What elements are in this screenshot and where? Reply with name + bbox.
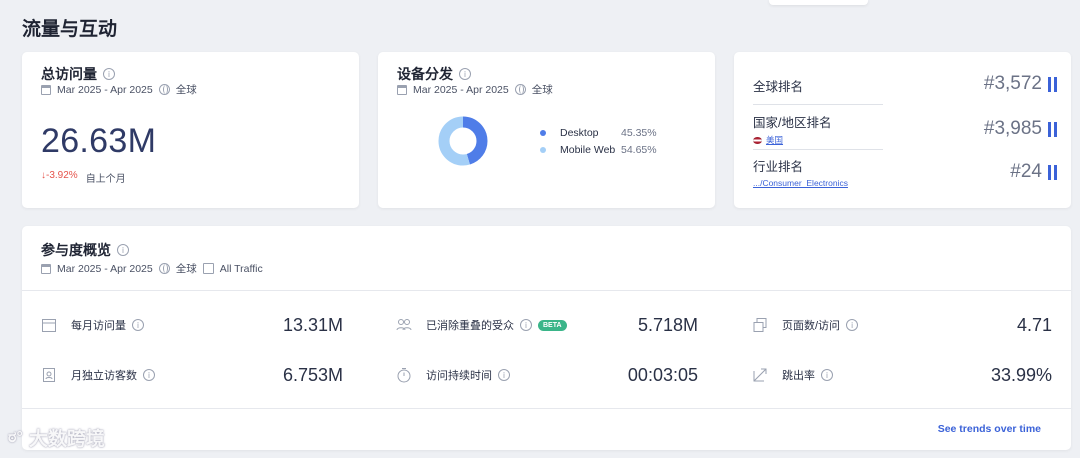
ranking-card: 全球排名 #3,572 国家/地区排名 美国 #3,985 行业排名 .../C… bbox=[734, 52, 1071, 208]
legend-dot-icon bbox=[540, 129, 546, 136]
total-visits-value: 26.63M bbox=[41, 122, 157, 160]
engagement-title-text: 参与度概览 bbox=[41, 242, 111, 258]
visits-change: ↓-3.92% 自上个月 bbox=[41, 170, 126, 185]
watermark: ಠ° 大数跨境 bbox=[8, 424, 105, 451]
monthly-visits-value: 13.31M bbox=[282, 315, 343, 335]
rank-bars-icon bbox=[1048, 76, 1057, 92]
watermark-logo-icon: ಠ° bbox=[8, 428, 23, 446]
region: 全球 bbox=[531, 84, 553, 96]
total-visits-title: 总访问量 i bbox=[41, 64, 115, 84]
rank-bars-icon bbox=[1048, 164, 1057, 180]
legend-name: Mobile Web bbox=[560, 143, 616, 156]
metric-monthly-unique-visitors: 月独立访客数 i bbox=[41, 367, 155, 383]
date-range: Mar 2025 - Apr 2025 bbox=[57, 83, 153, 96]
legend-name: Desktop bbox=[560, 126, 599, 139]
industry-link[interactable]: .../Consumer_Electronics bbox=[753, 178, 1048, 188]
industry-rank-label: 行业排名 bbox=[753, 160, 804, 174]
region: 全球 bbox=[175, 263, 197, 275]
engagement-meta: Mar 2025 - Apr 2025 全球 All Traffic bbox=[41, 261, 263, 276]
info-icon[interactable]: i bbox=[520, 319, 532, 331]
calendar-icon bbox=[41, 317, 57, 333]
info-icon[interactable]: i bbox=[498, 369, 510, 381]
change-period: 自上个月 bbox=[85, 174, 126, 185]
info-icon[interactable]: i bbox=[143, 369, 155, 381]
watermark-text: 大数跨境 bbox=[28, 429, 105, 450]
see-trends-link[interactable]: See trends over time bbox=[938, 423, 1041, 435]
top-tab[interactable] bbox=[769, 0, 868, 5]
metric-deduplicated-audience: 已消除重叠的受众 i BETA bbox=[396, 317, 567, 333]
divider bbox=[22, 408, 1071, 409]
date-range: Mar 2025 - Apr 2025 bbox=[57, 262, 153, 275]
date-range: Mar 2025 - Apr 2025 bbox=[413, 83, 509, 96]
global-rank-number: #3,572 bbox=[983, 73, 1042, 94]
change-value: ↓-3.92% bbox=[41, 170, 78, 181]
country-rank-number: #3,985 bbox=[983, 118, 1042, 139]
region: 全球 bbox=[175, 84, 197, 96]
divider bbox=[753, 149, 883, 150]
legend-value: 45.35% bbox=[621, 126, 657, 139]
legend-value: 54.65% bbox=[621, 143, 657, 156]
metric-bounce-rate: 跳出率 i bbox=[752, 367, 833, 383]
metric-label: 已消除重叠的受众 i BETA bbox=[426, 317, 567, 333]
globe-icon bbox=[514, 84, 526, 95]
info-icon[interactable]: i bbox=[132, 319, 144, 331]
industry-rank-number: #24 bbox=[1010, 161, 1042, 182]
total-visits-card: 总访问量 i Mar 2025 - Apr 2025 全球 26.63M ↓-3… bbox=[22, 52, 359, 208]
device-title: 设备分发 i bbox=[397, 64, 471, 84]
info-icon[interactable]: i bbox=[459, 68, 471, 80]
globe-icon bbox=[158, 263, 170, 274]
metric-label: 跳出率 i bbox=[782, 367, 833, 383]
divider bbox=[22, 290, 1071, 291]
pages-icon bbox=[752, 317, 768, 333]
stopwatch-icon bbox=[396, 367, 412, 383]
info-icon[interactable]: i bbox=[117, 244, 129, 256]
info-icon[interactable]: i bbox=[103, 68, 115, 80]
metric-label: 访问持续时间 i bbox=[426, 367, 510, 383]
visitor-card-icon bbox=[41, 367, 57, 383]
total-visits-title-text: 总访问量 bbox=[41, 66, 97, 82]
bounce-rate-value: 33.99% bbox=[990, 365, 1052, 385]
device-distribution-card: 设备分发 i Mar 2025 - Apr 2025 全球 Desktop 45… bbox=[378, 52, 715, 208]
metric-label: 月独立访客数 i bbox=[71, 367, 155, 383]
traffic-type: All Traffic bbox=[219, 262, 263, 275]
unique-visitors-value: 6.753M bbox=[282, 365, 343, 385]
total-visits-meta: Mar 2025 - Apr 2025 全球 bbox=[41, 82, 197, 97]
rank-bars-icon bbox=[1048, 121, 1057, 137]
info-icon[interactable]: i bbox=[821, 369, 833, 381]
engagement-overview-card: 参与度概览 i Mar 2025 - Apr 2025 全球 All Traff… bbox=[22, 226, 1071, 450]
metric-pages-per-visit: 页面数/访问 i bbox=[752, 317, 859, 333]
metric-monthly-visits: 每月访问量 i bbox=[41, 317, 144, 333]
info-icon[interactable]: i bbox=[846, 319, 859, 331]
metric-label: 页面数/访问 i bbox=[782, 317, 859, 333]
us-flag-icon bbox=[753, 136, 762, 144]
globe-icon bbox=[158, 84, 170, 95]
metric-label: 每月访问量 i bbox=[71, 317, 144, 333]
industry-rank-row: 行业排名 .../Consumer_Electronics bbox=[753, 156, 1048, 188]
country-rank-value: #3,985 bbox=[984, 118, 1057, 140]
device-meta: Mar 2025 - Apr 2025 全球 bbox=[397, 82, 553, 97]
divider bbox=[753, 104, 883, 105]
country-name[interactable]: 美国 bbox=[766, 134, 783, 146]
device-title-text: 设备分发 bbox=[397, 66, 453, 82]
trend-icon bbox=[752, 367, 768, 383]
calendar-icon bbox=[41, 263, 51, 274]
page-title: 流量与互动 bbox=[22, 19, 118, 40]
device-donut-chart bbox=[438, 116, 488, 166]
users-icon bbox=[396, 317, 412, 333]
visit-duration-value: 00:03:05 bbox=[627, 365, 698, 385]
global-rank-value: #3,572 bbox=[984, 73, 1057, 95]
metric-visit-duration: 访问持续时间 i bbox=[396, 367, 510, 383]
legend-item-mobile-web: Mobile Web 54.65% bbox=[540, 141, 657, 158]
beta-badge: BETA bbox=[538, 319, 567, 331]
traffic-icon bbox=[202, 263, 214, 274]
engagement-title: 参与度概览 i bbox=[41, 240, 129, 260]
device-legend: Desktop 45.35% Mobile Web 54.65% bbox=[540, 124, 657, 158]
legend-item-desktop: Desktop 45.35% bbox=[540, 124, 657, 141]
calendar-icon bbox=[41, 84, 51, 95]
deduplicated-audience-value: 5.718M bbox=[637, 315, 698, 335]
industry-rank-value: #24 bbox=[1010, 161, 1057, 183]
calendar-icon bbox=[397, 84, 407, 95]
legend-dot-icon bbox=[540, 146, 546, 153]
pages-per-visit-value: 4.71 bbox=[1016, 315, 1052, 335]
